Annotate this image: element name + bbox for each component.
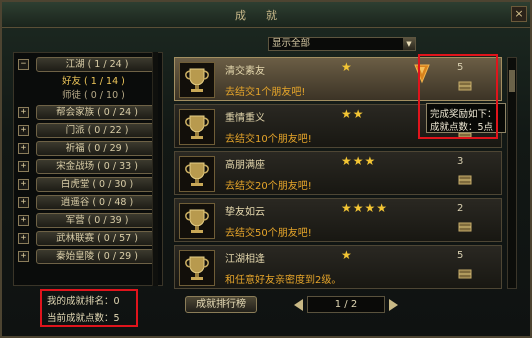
category-row[interactable]: − 江湖 ( 1 / 24 ) [18, 57, 160, 73]
expand-icon[interactable]: + [18, 197, 29, 208]
category-button[interactable]: 门派 ( 0 / 22 ) [36, 123, 158, 138]
category-button[interactable]: 帮会家族 ( 0 / 24 ) [36, 105, 158, 120]
achievement-name: 高朋满座 [225, 160, 265, 171]
achievement-item[interactable]: 挚友如云 ★★★★ 去结交50个朋友吧! 2 [174, 198, 502, 242]
trophy-icon [179, 203, 215, 239]
category-row[interactable]: + 秦始皇陵 ( 0 / 29 ) [18, 249, 160, 265]
subcategory-item[interactable]: 好友 ( 1 / 14 ) [62, 75, 125, 88]
page-indicator: 1 / 2 [307, 296, 385, 313]
star-rating: ★ [341, 248, 353, 262]
expand-icon[interactable]: + [18, 143, 29, 154]
expand-icon[interactable]: + [18, 107, 29, 118]
category-button[interactable]: 宋金战场 ( 0 / 33 ) [36, 159, 158, 174]
prev-page-icon[interactable] [294, 299, 303, 311]
scrollbar-thumb[interactable] [509, 70, 515, 92]
star-rating: ★★★ [341, 154, 377, 168]
tooltip-highlight-box [418, 54, 498, 139]
category-button[interactable]: 军营 ( 0 / 39 ) [36, 213, 158, 228]
achievement-item[interactable]: 高朋满座 ★★★ 去结交20个朋友吧! 3 [174, 151, 502, 195]
collapse-icon[interactable]: − [18, 59, 29, 70]
expand-icon[interactable]: + [18, 251, 29, 262]
ranking-button[interactable]: 成就排行榜 [185, 296, 257, 313]
achievement-points: 3 [457, 156, 464, 167]
star-rating: ★ [341, 60, 353, 74]
title-bar[interactable]: 成就 × [2, 2, 530, 28]
achievement-name: 清交素友 [225, 66, 265, 77]
expand-icon[interactable]: + [18, 125, 29, 136]
next-page-icon[interactable] [389, 299, 398, 311]
category-row[interactable]: + 祈福 ( 0 / 29 ) [18, 141, 160, 157]
category-row[interactable]: + 帮会家族 ( 0 / 24 ) [18, 105, 160, 121]
category-row[interactable]: + 军营 ( 0 / 39 ) [18, 213, 160, 229]
category-button[interactable]: 逍遥谷 ( 0 / 48 ) [36, 195, 158, 210]
achievement-description: 和任意好友亲密度到2级。 [225, 275, 342, 286]
achievement-name: 重情重义 [225, 113, 265, 124]
star-rating: ★★★★ [341, 201, 389, 215]
category-button[interactable]: 白虎堂 ( 0 / 30 ) [36, 177, 158, 192]
category-panel: − 江湖 ( 1 / 24 ) 好友 ( 1 / 14 ) 师徒 ( 0 / 10 )… [13, 52, 163, 286]
chevron-down-icon[interactable]: ▼ [403, 38, 415, 50]
star-rating: ★★ [341, 107, 365, 121]
expand-icon[interactable]: + [18, 233, 29, 244]
expand-icon[interactable]: + [18, 179, 29, 190]
achievement-description: 去结交20个朋友吧! [225, 181, 312, 192]
achievement-points: 2 [457, 203, 464, 214]
category-button[interactable]: 武林联赛 ( 0 / 57 ) [36, 231, 158, 246]
category-row[interactable]: + 白虎堂 ( 0 / 30 ) [18, 177, 160, 193]
subcategory-item[interactable]: 师徒 ( 0 / 10 ) [62, 89, 125, 102]
trophy-icon [179, 109, 215, 145]
reward-icon[interactable] [458, 221, 472, 233]
window-title: 成就 [235, 9, 297, 22]
reward-icon[interactable] [458, 268, 472, 280]
category-button[interactable]: 江湖 ( 1 / 24 ) [36, 57, 158, 72]
achievement-description: 去结交10个朋友吧! [225, 134, 312, 145]
expand-icon[interactable]: + [18, 161, 29, 172]
reward-icon[interactable] [458, 174, 472, 186]
achievement-points: 5 [457, 250, 464, 261]
achievement-item[interactable]: 江湖相逢 ★ 和任意好友亲密度到2级。 5 [174, 245, 502, 289]
filter-select[interactable]: 显示全部 ▼ [268, 37, 416, 51]
category-button[interactable]: 秦始皇陵 ( 0 / 29 ) [36, 249, 158, 264]
category-row[interactable]: + 逍遥谷 ( 0 / 48 ) [18, 195, 160, 211]
category-button[interactable]: 祈福 ( 0 / 29 ) [36, 141, 158, 156]
trophy-icon [179, 156, 215, 192]
achievement-description: 去结交1个朋友吧! [225, 87, 306, 98]
achievement-scrollbar[interactable] [507, 57, 517, 289]
category-row[interactable]: + 门派 ( 0 / 22 ) [18, 123, 160, 139]
category-row[interactable]: + 宋金战场 ( 0 / 33 ) [18, 159, 160, 175]
expand-icon[interactable]: + [18, 215, 29, 226]
category-row[interactable]: + 武林联赛 ( 0 / 57 ) [18, 231, 160, 247]
category-scrollbar[interactable] [152, 52, 158, 286]
filter-selected-value: 显示全部 [272, 38, 311, 49]
close-button[interactable]: × [511, 6, 527, 22]
stats-highlight-box [40, 289, 138, 327]
achievement-name: 江湖相逢 [225, 254, 265, 265]
trophy-icon [179, 250, 215, 286]
trophy-icon [179, 62, 215, 98]
achievement-name: 挚友如云 [225, 207, 265, 218]
achievement-description: 去结交50个朋友吧! [225, 228, 312, 239]
